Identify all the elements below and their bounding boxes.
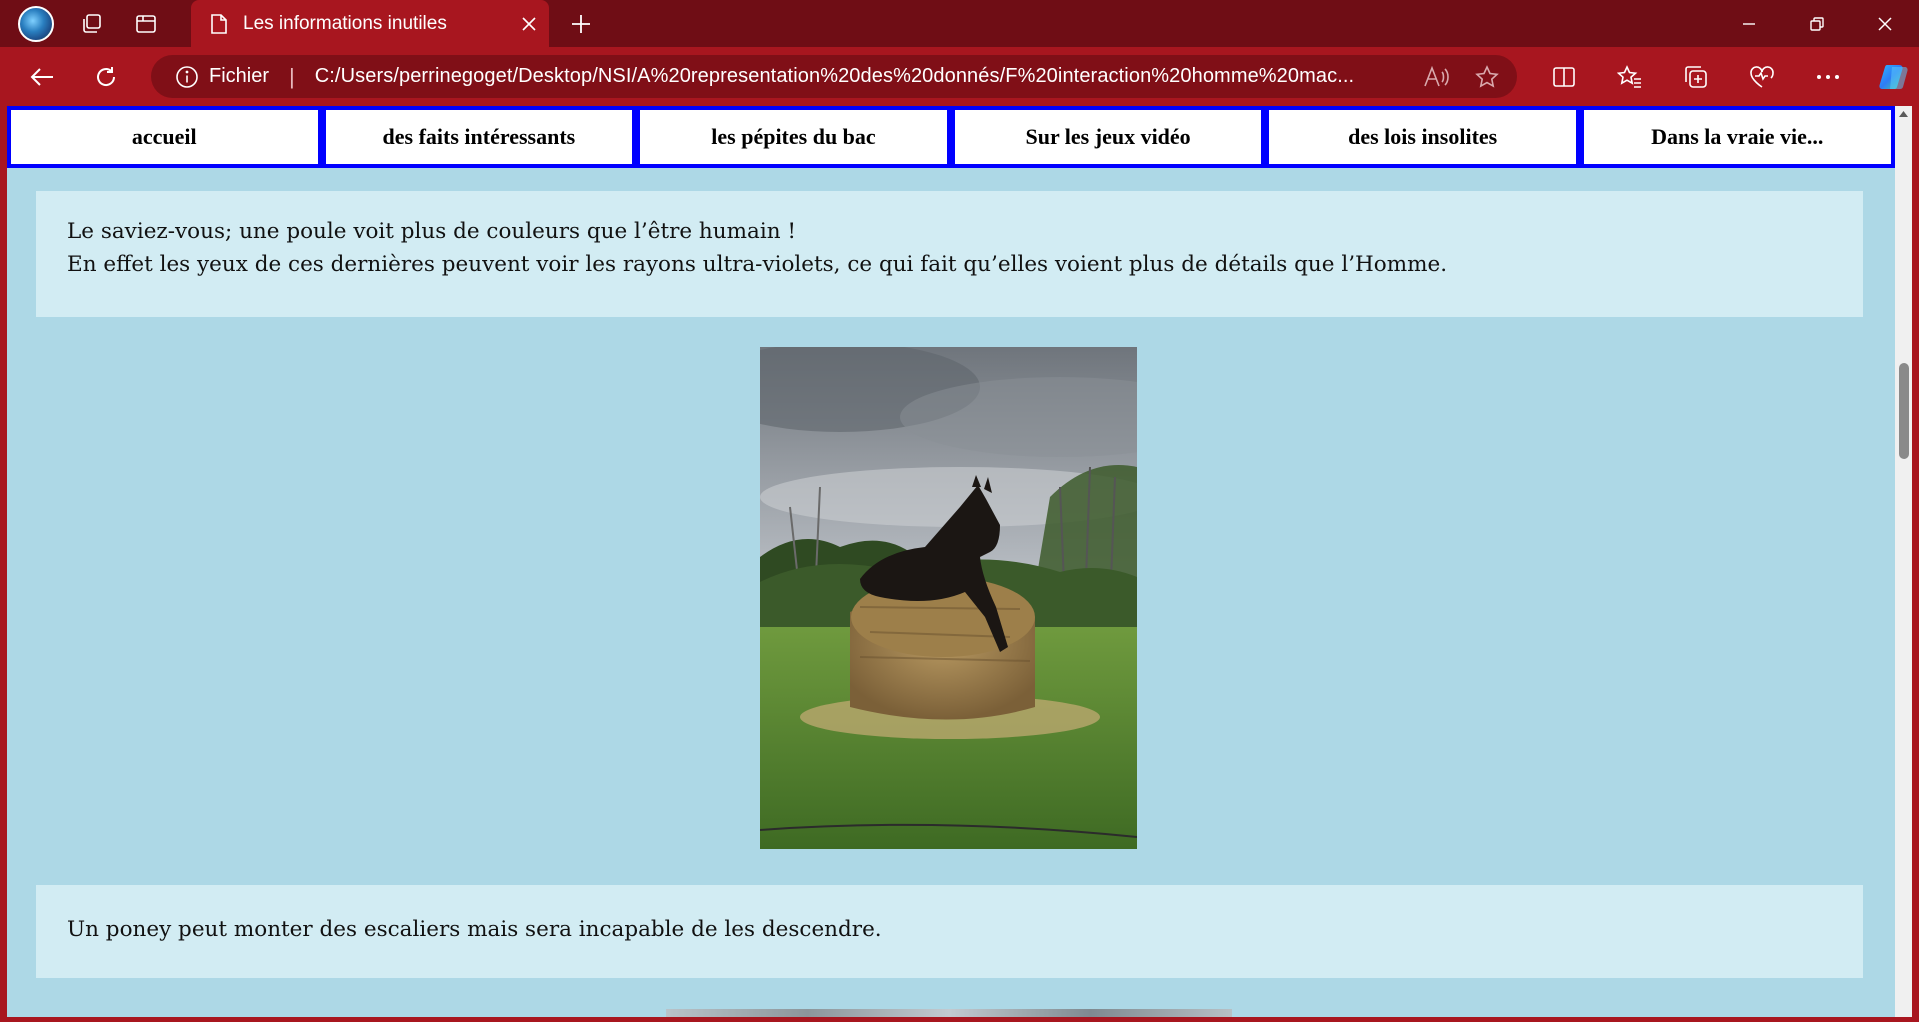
workspaces-icon [83, 13, 101, 33]
toolbar-actions [1531, 47, 1919, 106]
menu-item-faits-interessants[interactable]: des faits intéressants [321, 106, 637, 168]
collections-button[interactable] [1663, 47, 1729, 106]
split-screen-icon [1553, 66, 1575, 87]
menu-item-accueil[interactable]: accueil [7, 106, 322, 168]
fact-block-chicken: Le saviez-vous; une poule voit plus de c… [36, 191, 1863, 317]
tab-actions-button[interactable] [122, 0, 170, 47]
minimize-icon [1743, 22, 1755, 25]
horse-photo-illustration [760, 347, 1137, 849]
more-icon [1817, 74, 1839, 79]
close-icon [522, 16, 536, 31]
active-tab[interactable]: Les informations inutiles [191, 0, 549, 47]
fact-line: Le saviez-vous; une poule voit plus de c… [67, 219, 797, 244]
address-url[interactable]: C:/Users/perrinegoget/Desktop/NSI/A%20re… [315, 65, 1385, 88]
tab-strip: Les informations inutiles [0, 0, 1919, 47]
tab-actions-icon [136, 14, 156, 33]
back-arrow-icon [30, 67, 53, 86]
scroll-up-arrow-icon[interactable] [1898, 110, 1909, 118]
browser-essentials-icon [1750, 65, 1774, 88]
scrollbar-thumb[interactable] [1899, 363, 1909, 459]
workspaces-button[interactable] [68, 0, 116, 47]
restore-button[interactable] [1783, 0, 1851, 47]
fact-line: Un poney peut monter des escaliers mais … [67, 917, 882, 942]
more-button[interactable] [1795, 47, 1861, 106]
menu-item-pepites-du-bac[interactable]: les pépites du bac [636, 106, 951, 168]
browser-toolbar: Fichier | C:/Users/perrinegoget/Desktop/… [0, 47, 1919, 106]
minimize-button[interactable] [1715, 0, 1783, 47]
profile-button[interactable] [0, 0, 60, 47]
vertical-scrollbar[interactable] [1895, 106, 1912, 1017]
page-icon [211, 13, 227, 34]
profile-avatar-icon [18, 5, 54, 42]
restore-icon [1810, 16, 1824, 31]
new-tab-button[interactable] [557, 0, 605, 47]
fact-block-pony: Un poney peut monter des escaliers mais … [36, 885, 1863, 978]
refresh-icon [97, 66, 116, 86]
favorites-button[interactable] [1597, 47, 1663, 106]
browser-essentials-button[interactable] [1729, 47, 1795, 106]
info-icon[interactable] [175, 65, 199, 89]
close-tab-button[interactable] [509, 16, 549, 32]
address-bar-actions [1423, 55, 1499, 98]
close-icon [1878, 16, 1892, 31]
address-separator: | [289, 63, 295, 89]
fact-line: En effet les yeux de ces dernières peuve… [67, 252, 1448, 277]
refresh-button[interactable] [74, 47, 138, 106]
plus-icon [572, 14, 590, 33]
menu-item-jeux-video[interactable]: Sur les jeux vidéo [950, 106, 1266, 168]
tab-title: Les informations inutiles [243, 12, 447, 34]
site-menu: accueil des faits intéressants les pépit… [7, 106, 1895, 168]
next-image-partial [666, 1009, 1232, 1017]
back-button[interactable] [10, 47, 74, 106]
copilot-button[interactable] [1861, 47, 1919, 106]
page-viewport: accueil des faits intéressants les pépit… [7, 106, 1912, 1017]
menu-item-vraie-vie[interactable]: Dans la vraie vie... [1579, 106, 1895, 168]
copilot-icon [1879, 64, 1908, 89]
address-scheme: Fichier [209, 65, 270, 87]
star-icon[interactable] [1475, 64, 1499, 89]
window-controls [1715, 0, 1919, 47]
horse-on-hay-bale-image [760, 347, 1137, 849]
read-aloud-icon[interactable] [1423, 65, 1449, 88]
collections-icon [1685, 65, 1707, 88]
menu-item-lois-insolites[interactable]: des lois insolites [1265, 106, 1580, 168]
favorites-icon [1617, 64, 1641, 88]
address-bar[interactable]: Fichier | C:/Users/perrinegoget/Desktop/… [151, 55, 1517, 98]
split-screen-button[interactable] [1531, 47, 1597, 106]
close-window-button[interactable] [1851, 0, 1919, 47]
